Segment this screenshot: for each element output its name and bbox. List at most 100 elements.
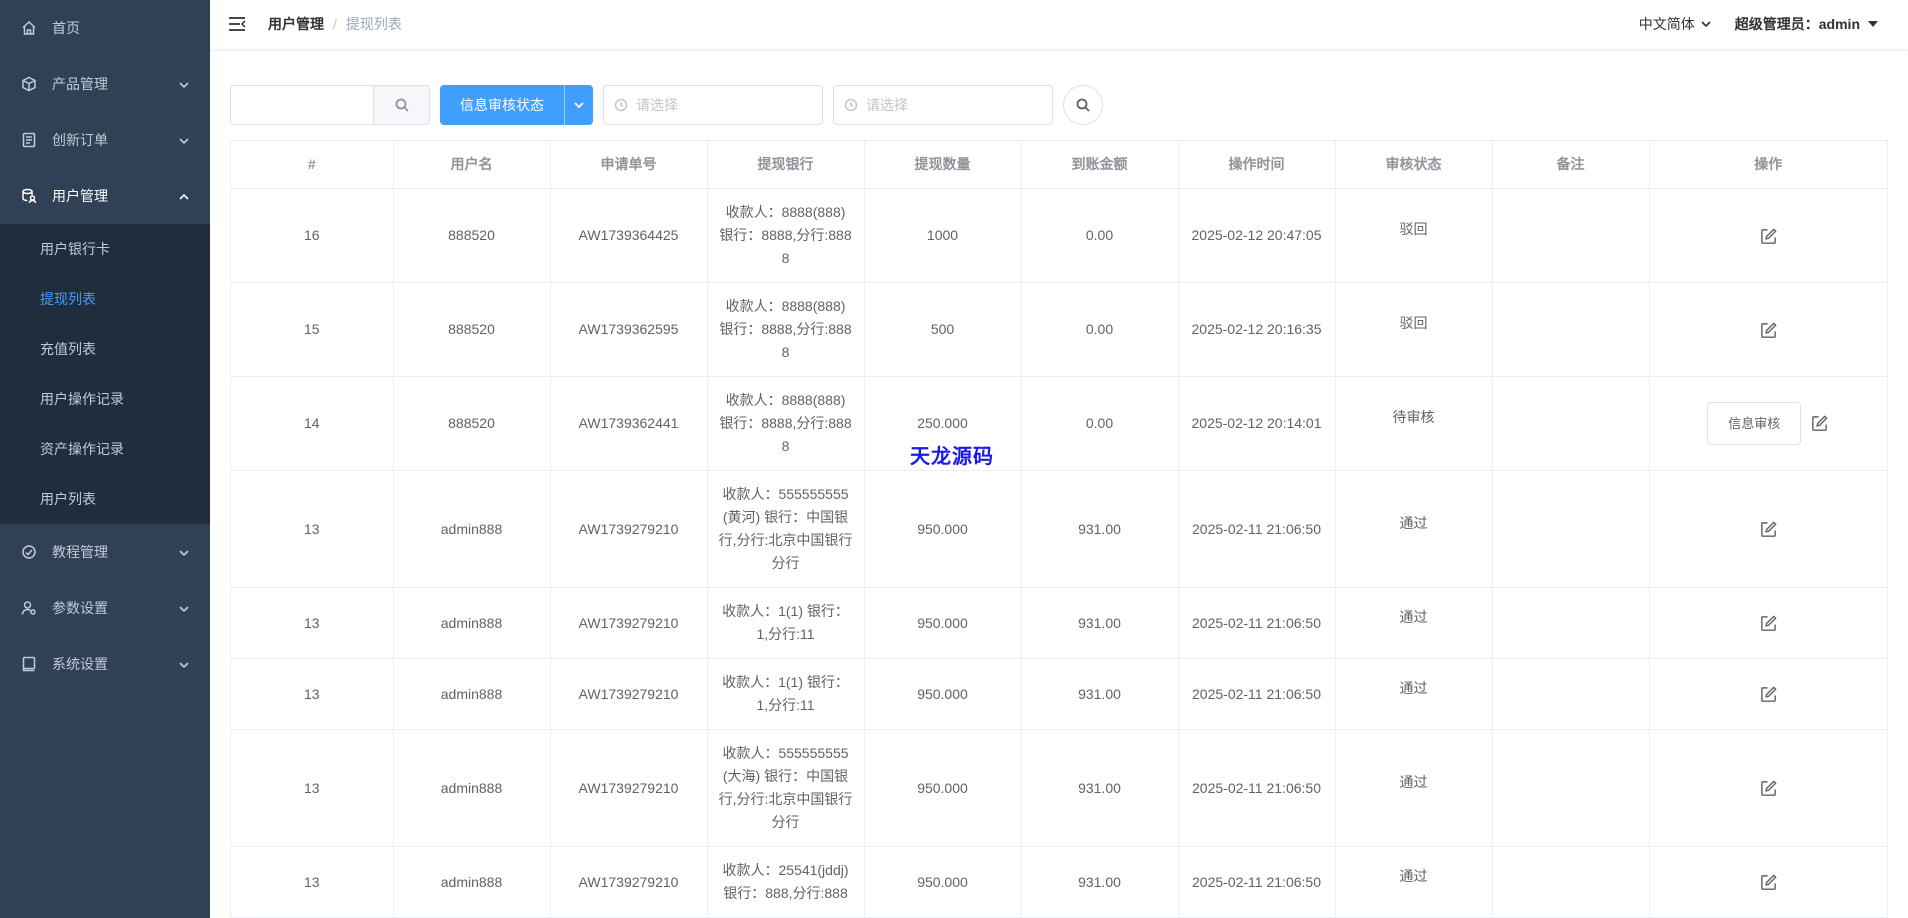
language-label: 中文简体 — [1638, 16, 1695, 33]
sidebar-subitem-user-logs[interactable]: 用户操作记录 — [0, 374, 210, 424]
filter-search-button[interactable] — [1063, 84, 1103, 125]
status-text: 驳回 — [1399, 221, 1428, 237]
cell-actions: 信息审核 — [1649, 376, 1887, 471]
edit-icon[interactable] — [1758, 520, 1778, 540]
sidebar-item-label: 产品管理 — [52, 76, 108, 92]
table-row: 14 888520 AW1739362441 收款人：8888(888) 银行：… — [231, 376, 1887, 471]
clock-icon — [614, 98, 628, 111]
cell-order-no: AW1739279210 — [550, 846, 708, 918]
table-header: 操作时间 — [1178, 140, 1336, 189]
cell-status: 通过 — [1335, 729, 1493, 847]
sidebar-item-label: 首页 — [52, 20, 80, 36]
sidebar-item-orders[interactable]: 创新订单 — [0, 112, 210, 168]
sidebar-item-params[interactable]: 参数设置 — [0, 580, 210, 636]
cell-id: 13 — [231, 470, 394, 588]
edit-icon[interactable] — [1758, 873, 1778, 893]
cell-amount: 950.000 — [864, 729, 1022, 847]
table-header: # — [231, 140, 394, 189]
cell-bank: 收款人：555555555(黄河) 银行：中国银行,分行:北京中国银行分行 — [707, 470, 865, 588]
sidebar-item-system[interactable]: 系统设置 — [0, 636, 210, 692]
review-button[interactable]: 信息审核 — [1707, 402, 1802, 445]
edit-icon[interactable] — [1758, 779, 1778, 799]
edit-icon[interactable] — [1758, 320, 1778, 340]
sidebar-item-tutorials[interactable]: 教程管理 — [0, 524, 210, 580]
cell-actions — [1649, 587, 1887, 659]
cell-status: 通过 — [1335, 587, 1493, 659]
cell-bank: 收款人：8888(888) 银行：8888,分行:8888 — [707, 376, 865, 471]
sidebar-subitem-recharges[interactable]: 充值列表 — [0, 324, 210, 374]
cell-received: 931.00 — [1021, 658, 1179, 730]
edit-icon[interactable] — [1758, 226, 1778, 246]
cell-amount: 950.000 — [864, 658, 1022, 730]
cell-status: 驳回 — [1335, 188, 1493, 283]
sidebar: 首页 产品管理 创新订单 用户管理 用户银行卡 提现列表 充值列表 用户操作记录… — [0, 0, 210, 918]
sidebar-item-label: 系统设置 — [52, 656, 108, 672]
review-status-label: 信息审核状态 — [440, 84, 565, 125]
book-icon — [20, 655, 38, 673]
sidebar-item-users[interactable]: 用户管理 — [0, 168, 210, 224]
cell-note — [1492, 587, 1650, 659]
cell-amount: 950.000 — [864, 587, 1022, 659]
table-header-row: # 用户名 申请单号 提现银行 提现数量 到账金额 操作时间 审核状态 备注 操… — [231, 140, 1887, 189]
table-row: 13 admin888 AW1739279210 收款人：555555555(大… — [231, 729, 1887, 847]
cell-received: 0.00 — [1021, 282, 1179, 377]
cell-username: admin888 — [393, 729, 551, 847]
cell-time: 2025-02-12 20:16:35 — [1178, 282, 1336, 377]
cell-actions — [1649, 846, 1887, 918]
sidebar-item-products[interactable]: 产品管理 — [0, 56, 210, 112]
table-header: 提现银行 — [707, 140, 865, 189]
sidebar-subitem-user-list[interactable]: 用户列表 — [0, 474, 210, 524]
search-input[interactable] — [231, 85, 373, 124]
admin-menu[interactable]: 超级管理员：admin — [1735, 14, 1878, 34]
sidebar-subitem-bank-cards[interactable]: 用户银行卡 — [0, 224, 210, 274]
cell-username: admin888 — [393, 587, 551, 659]
edit-icon[interactable] — [1758, 614, 1778, 634]
sidebar-submenu-users: 用户银行卡 提现列表 充值列表 用户操作记录 资产操作记录 用户列表 — [0, 224, 210, 524]
cell-time: 2025-02-11 21:06:50 — [1178, 846, 1336, 918]
navbar: 用户管理 / 提现列表 中文简体 超级管理员：admin — [210, 0, 1908, 50]
watermark: 天龙源码 — [910, 446, 994, 468]
cell-received: 931.00 — [1021, 846, 1179, 918]
cell-note — [1492, 658, 1650, 730]
hamburger-icon[interactable] — [228, 14, 248, 34]
table-header: 用户名 — [393, 140, 551, 189]
cell-id: 13 — [231, 729, 394, 847]
cell-received: 931.00 — [1021, 729, 1179, 847]
check-circle-icon — [20, 543, 38, 561]
sidebar-item-label: 参数设置 — [52, 600, 108, 616]
cell-bank: 收款人：555555555(大海) 银行：中国银行,分行:北京中国银行分行 — [707, 729, 865, 847]
sidebar-item-home[interactable]: 首页 — [0, 0, 210, 56]
edit-icon[interactable] — [1809, 414, 1829, 434]
cell-order-no: AW1739279210 — [550, 729, 708, 847]
language-selector[interactable]: 中文简体 — [1639, 14, 1711, 34]
cell-order-no: AW1739362595 — [550, 282, 708, 377]
cell-actions — [1649, 188, 1887, 283]
date-start-input[interactable]: 请选择 — [603, 84, 823, 125]
sidebar-subitem-withdrawals[interactable]: 提现列表 — [0, 274, 210, 324]
status-text: 通过 — [1399, 679, 1428, 696]
caret-down-icon — [1868, 21, 1878, 28]
cell-username: admin888 — [393, 846, 551, 918]
cell-username: admin888 — [393, 470, 551, 588]
cell-status: 通过 — [1335, 658, 1493, 730]
chevron-down-icon[interactable] — [565, 85, 593, 125]
cell-order-no: AW1739364425 — [550, 188, 708, 283]
sidebar-subitem-asset-logs[interactable]: 资产操作记录 — [0, 424, 210, 474]
breadcrumb-separator: / — [333, 16, 337, 33]
breadcrumb-parent[interactable]: 用户管理 — [268, 14, 324, 34]
cell-order-no: AW1739362441 — [550, 376, 708, 471]
review-status-dropdown[interactable]: 信息审核状态 — [440, 84, 593, 125]
date-end-placeholder: 请选择 — [866, 96, 908, 113]
navbar-right: 中文简体 超级管理员：admin — [1639, 14, 1890, 34]
table-row: 16 888520 AW1739364425 收款人：8888(888) 银行：… — [231, 188, 1887, 283]
date-end-input[interactable]: 请选择 — [833, 84, 1053, 125]
cell-username: admin888 — [393, 658, 551, 730]
edit-icon[interactable] — [1758, 685, 1778, 705]
cell-bank: 收款人：1(1) 银行：1,分行:11 — [707, 587, 865, 659]
search-button[interactable] — [373, 85, 429, 124]
cell-time: 2025-02-11 21:06:50 — [1178, 658, 1336, 730]
home-icon — [20, 19, 38, 37]
chevron-down-icon — [178, 134, 190, 146]
breadcrumb-current: 提现列表 — [345, 16, 402, 33]
chevron-down-icon — [178, 546, 190, 558]
